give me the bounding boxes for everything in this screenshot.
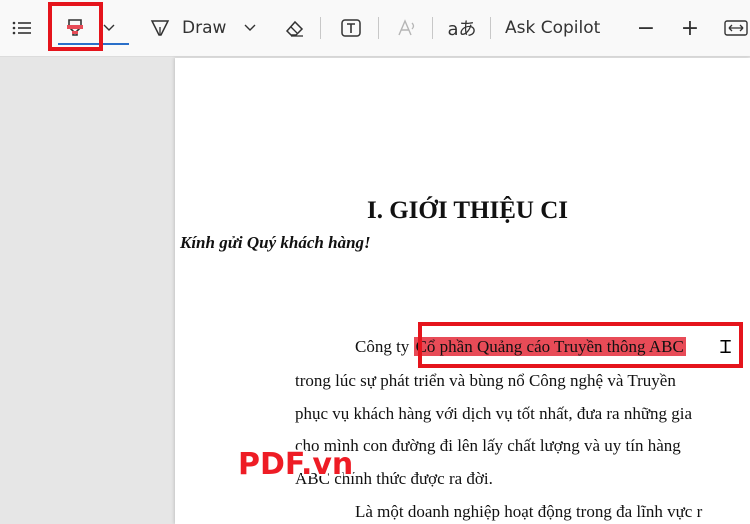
read-aloud-icon — [392, 0, 422, 56]
highlight-annotation-box — [418, 322, 743, 368]
highlight-tool-annotation-box — [48, 2, 103, 51]
ask-copilot-label: Ask Copilot — [505, 18, 601, 38]
pdf-vn-watermark: PDF.vn — [238, 447, 354, 482]
toolbar-separator — [378, 17, 379, 39]
body-line-3[interactable]: phục vụ khách hàng với dịch vụ tốt nhất,… — [295, 404, 692, 424]
body-line-6[interactable]: Là một doanh nghiệp hoạt động trong đa l… — [355, 502, 702, 522]
greeting-text: Kính gửi Quý khách hàng! — [180, 233, 371, 252]
translate-icon[interactable]: aあ — [446, 0, 478, 56]
contents-icon[interactable] — [6, 0, 38, 56]
draw-label: Draw — [182, 18, 227, 38]
draw-dropdown-chevron-icon[interactable] — [240, 0, 260, 56]
section-heading: I. GIỚI THIỆU CI — [367, 197, 568, 224]
zoom-out-icon: − — [636, 15, 656, 41]
zoom-out-button[interactable]: − — [632, 0, 660, 56]
draw-pen-icon[interactable] — [145, 0, 175, 56]
zoom-in-button[interactable]: + — [676, 0, 704, 56]
eraser-icon[interactable] — [280, 0, 310, 56]
fit-width-icon[interactable] — [722, 0, 750, 56]
toolbar: Draw aあ Ask Copilot − + — [0, 0, 750, 57]
toolbar-separator — [320, 17, 321, 39]
text-cursor-icon: Ꮖ — [720, 337, 732, 358]
line1-prefix: Công ty — [355, 337, 414, 356]
draw-button[interactable]: Draw — [182, 0, 232, 56]
body-line-2[interactable]: trong lúc sự phát triển và bùng nổ Công … — [295, 371, 676, 391]
zoom-in-icon: + — [680, 15, 700, 41]
text-box-icon[interactable] — [336, 0, 366, 56]
ask-copilot-button[interactable]: Ask Copilot — [505, 0, 609, 56]
toolbar-separator — [432, 17, 433, 39]
toolbar-separator — [490, 17, 491, 39]
